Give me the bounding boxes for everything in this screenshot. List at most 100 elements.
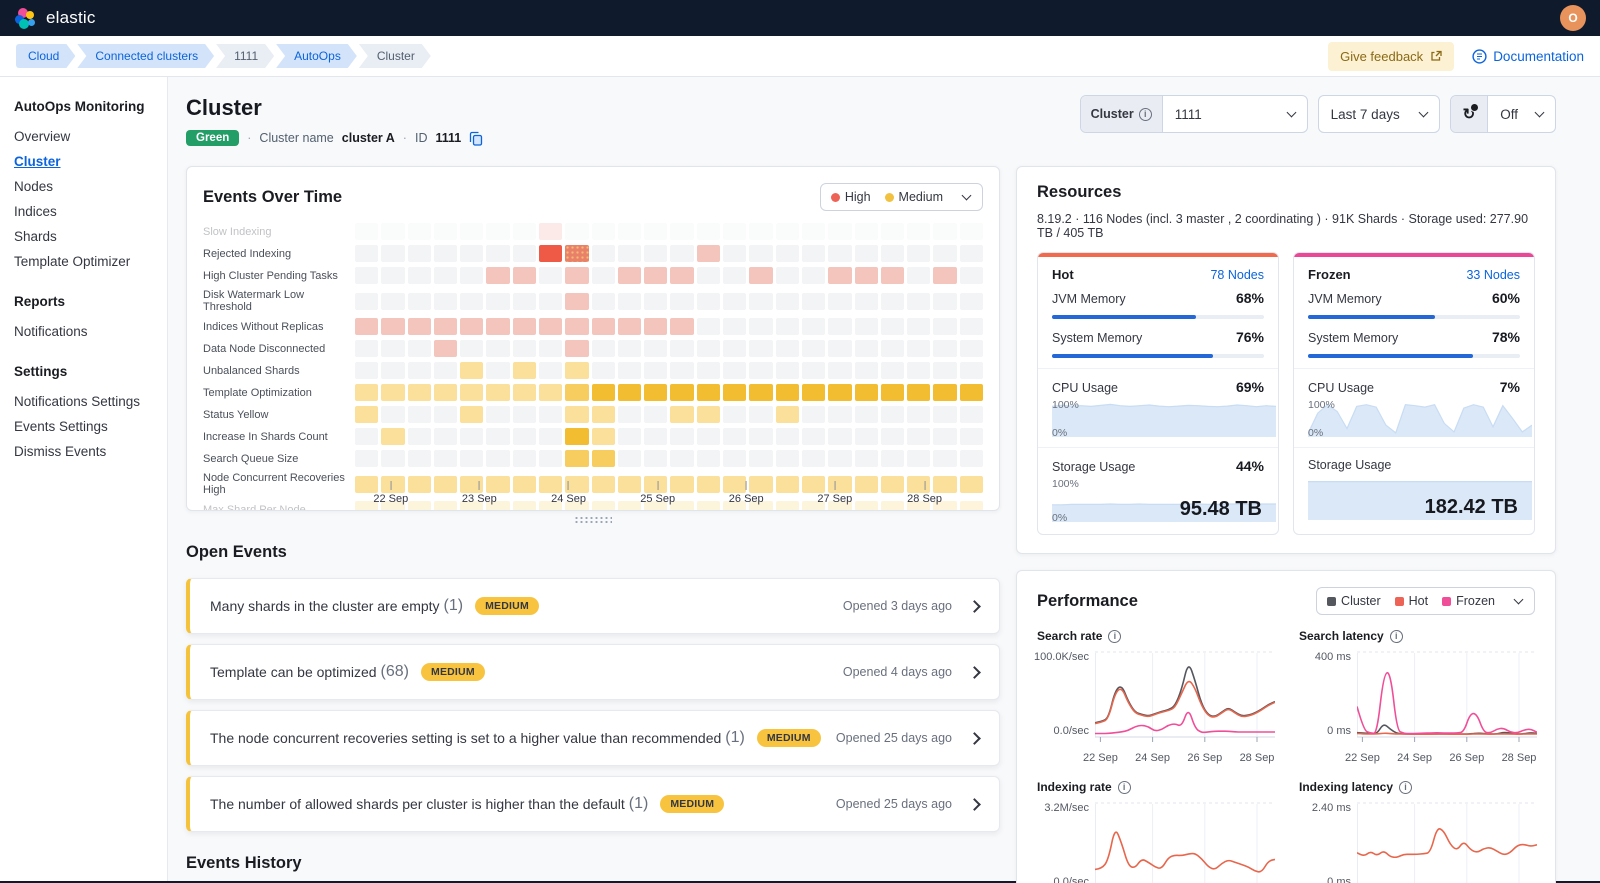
- heatmap-cell[interactable]: [460, 362, 483, 379]
- heatmap-cell[interactable]: [749, 428, 772, 445]
- heatmap-cell[interactable]: [381, 384, 404, 401]
- heatmap-cell[interactable]: [749, 267, 772, 284]
- heatmap-cell[interactable]: [513, 362, 536, 379]
- give-feedback-button[interactable]: Give feedback: [1328, 42, 1454, 71]
- heatmap-cell[interactable]: [749, 501, 772, 511]
- heatmap-cell[interactable]: [670, 406, 693, 423]
- heatmap-cell[interactable]: [960, 450, 983, 467]
- sidebar-item-indices[interactable]: Indices: [14, 199, 153, 224]
- heatmap-cell[interactable]: [539, 476, 562, 493]
- heatmap-cell[interactable]: [592, 450, 615, 467]
- heatmap-cell[interactable]: [723, 406, 746, 423]
- heatmap-cell[interactable]: [565, 293, 588, 310]
- heatmap-cell[interactable]: [486, 267, 509, 284]
- heatmap-cell[interactable]: [723, 362, 746, 379]
- heatmap-cell[interactable]: [513, 340, 536, 357]
- heatmap-cell[interactable]: [408, 384, 431, 401]
- heatmap-cell[interactable]: [802, 340, 825, 357]
- heatmap-cell[interactable]: [460, 501, 483, 511]
- heatmap-cell[interactable]: [907, 293, 930, 310]
- heatmap-cell[interactable]: [539, 384, 562, 401]
- heatmap-cell[interactable]: [408, 223, 431, 240]
- heatmap-cell[interactable]: [381, 450, 404, 467]
- heatmap-cell[interactable]: [618, 267, 641, 284]
- heatmap-cell[interactable]: [381, 406, 404, 423]
- heatmap-cell[interactable]: [802, 476, 825, 493]
- heatmap-cell[interactable]: [408, 362, 431, 379]
- heatmap-cell[interactable]: [539, 406, 562, 423]
- heatmap-cell[interactable]: [644, 340, 667, 357]
- heatmap-cell[interactable]: [776, 340, 799, 357]
- heatmap-cell[interactable]: [618, 223, 641, 240]
- heatmap-cell[interactable]: [697, 362, 720, 379]
- heatmap-cell[interactable]: [881, 384, 904, 401]
- heatmap-cell[interactable]: [460, 318, 483, 335]
- heatmap-cell[interactable]: [828, 318, 851, 335]
- heatmap-cell[interactable]: [960, 318, 983, 335]
- heatmap-cell[interactable]: [618, 245, 641, 262]
- heatmap-cell[interactable]: [513, 223, 536, 240]
- sidebar-item-overview[interactable]: Overview: [14, 124, 153, 149]
- heatmap-cell[interactable]: [697, 293, 720, 310]
- heatmap-cell[interactable]: [355, 501, 378, 511]
- heatmap-cell[interactable]: [960, 501, 983, 511]
- heatmap-cell[interactable]: [881, 223, 904, 240]
- heatmap-cell[interactable]: [697, 223, 720, 240]
- heatmap-cell[interactable]: [723, 340, 746, 357]
- heatmap-cell[interactable]: [933, 223, 956, 240]
- heatmap-cell[interactable]: [749, 362, 772, 379]
- heatmap-cell[interactable]: [907, 501, 930, 511]
- heatmap-cell[interactable]: [723, 476, 746, 493]
- heatmap-cell[interactable]: [697, 318, 720, 335]
- heatmap-cell[interactable]: [434, 362, 457, 379]
- heatmap-cell[interactable]: [381, 245, 404, 262]
- sidebar-item-notifications-settings[interactable]: Notifications Settings: [14, 389, 153, 414]
- heatmap-cell[interactable]: [828, 267, 851, 284]
- heatmap-cell[interactable]: [776, 362, 799, 379]
- heatmap-cell[interactable]: [960, 476, 983, 493]
- heatmap-cell[interactable]: [355, 245, 378, 262]
- sidebar-item-template-optimizer[interactable]: Template Optimizer: [14, 249, 153, 274]
- heatmap-cell[interactable]: [460, 406, 483, 423]
- heatmap-cell[interactable]: [828, 223, 851, 240]
- heatmap-cell[interactable]: [486, 501, 509, 511]
- heatmap-cell[interactable]: [539, 223, 562, 240]
- heatmap-cell[interactable]: [486, 223, 509, 240]
- heatmap-cell[interactable]: [355, 450, 378, 467]
- heatmap-cell[interactable]: [644, 428, 667, 445]
- heatmap-cell[interactable]: [802, 501, 825, 511]
- heatmap-cell[interactable]: [907, 384, 930, 401]
- heatmap-cell[interactable]: [749, 223, 772, 240]
- heatmap-cell[interactable]: [513, 318, 536, 335]
- heatmap-cell[interactable]: [749, 245, 772, 262]
- heatmap-cell[interactable]: [776, 223, 799, 240]
- heatmap-cell[interactable]: [776, 476, 799, 493]
- tier-nodes-link[interactable]: 33 Nodes: [1466, 268, 1520, 282]
- heatmap-cell[interactable]: [434, 340, 457, 357]
- heatmap-cell[interactable]: [644, 450, 667, 467]
- sidebar-item-cluster[interactable]: Cluster: [14, 149, 153, 174]
- heatmap-cell[interactable]: [460, 384, 483, 401]
- heatmap-cell[interactable]: [618, 476, 641, 493]
- heatmap-cell[interactable]: [933, 501, 956, 511]
- heatmap-cell[interactable]: [592, 362, 615, 379]
- heatmap-cell[interactable]: [618, 384, 641, 401]
- heatmap-cell[interactable]: [776, 384, 799, 401]
- heatmap-cell[interactable]: [408, 293, 431, 310]
- heatmap-cell[interactable]: [539, 501, 562, 511]
- heatmap-cell[interactable]: [539, 428, 562, 445]
- heatmap-cell[interactable]: [644, 501, 667, 511]
- heatmap-cell[interactable]: [855, 406, 878, 423]
- heatmap-cell[interactable]: [486, 428, 509, 445]
- heatmap-cell[interactable]: [513, 245, 536, 262]
- heatmap-cell[interactable]: [776, 267, 799, 284]
- heatmap-cell[interactable]: [749, 450, 772, 467]
- heatmap-cell[interactable]: [802, 318, 825, 335]
- heatmap-cell[interactable]: [776, 501, 799, 511]
- heatmap-cell[interactable]: [513, 293, 536, 310]
- heatmap-cell[interactable]: [513, 501, 536, 511]
- heatmap-cell[interactable]: [855, 293, 878, 310]
- heatmap-cell[interactable]: [828, 476, 851, 493]
- sidebar-item-events-settings[interactable]: Events Settings: [14, 414, 153, 439]
- heatmap-cell[interactable]: [592, 406, 615, 423]
